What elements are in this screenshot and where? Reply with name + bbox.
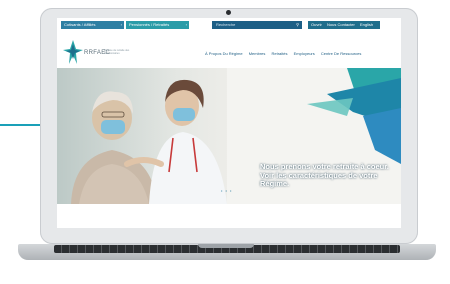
carousel-indicator[interactable]: • • • (221, 188, 232, 193)
webcam-icon (226, 10, 231, 15)
laptop-hinge-notch (198, 244, 254, 248)
callout-connector-line (0, 124, 42, 126)
brand-subtitle: Régime de retraite des fonctionnaires (104, 49, 130, 55)
hero-headline[interactable]: Nous prenons votre retraite à coeur. Voi… (260, 162, 400, 189)
nav-menu: À Propos Du Régime Membres Retraités Emp… (205, 51, 366, 56)
main-navigation: RRFAEC Régime de retraite des fonctionna… (57, 32, 401, 68)
members-portal-label: Cotisants / Affiliés (64, 22, 96, 27)
nav-item-employers[interactable]: Employeurs (294, 51, 315, 56)
retirees-portal-label: Pensionnés / Retraités (129, 22, 170, 27)
search-placeholder: Recherche (216, 22, 236, 27)
search-input[interactable]: Recherche ⚲ (212, 21, 302, 29)
hero-banner: Nous prenons votre retraite à coeur. Voi… (57, 68, 401, 204)
open-link[interactable]: Ouvrir (311, 22, 322, 27)
contact-link[interactable]: Nous Contacter (327, 22, 355, 27)
nav-item-retirees[interactable]: Retraités (272, 51, 288, 56)
chevron-right-icon: › (185, 22, 187, 27)
nav-item-about[interactable]: À Propos Du Régime (205, 51, 243, 56)
members-portal-button[interactable]: Cotisants / Affiliés › (61, 21, 124, 29)
laptop-screen: Cotisants / Affiliés › Pensionnés / Retr… (57, 18, 401, 228)
nav-item-members[interactable]: Membres (249, 51, 266, 56)
retirees-portal-button[interactable]: Pensionnés / Retraités › (126, 21, 189, 29)
brand-logo-icon[interactable] (63, 40, 83, 64)
nav-item-resources[interactable]: Centre De Ressources (321, 51, 361, 56)
chevron-right-icon: › (120, 22, 122, 27)
top-utility-bar: Cotisants / Affiliés › Pensionnés / Retr… (57, 18, 401, 32)
search-icon[interactable]: ⚲ (296, 21, 299, 29)
page-footer-area (57, 204, 401, 228)
utility-links: Ouvrir Nous Contacter English (308, 21, 381, 29)
language-link[interactable]: English (360, 22, 373, 27)
